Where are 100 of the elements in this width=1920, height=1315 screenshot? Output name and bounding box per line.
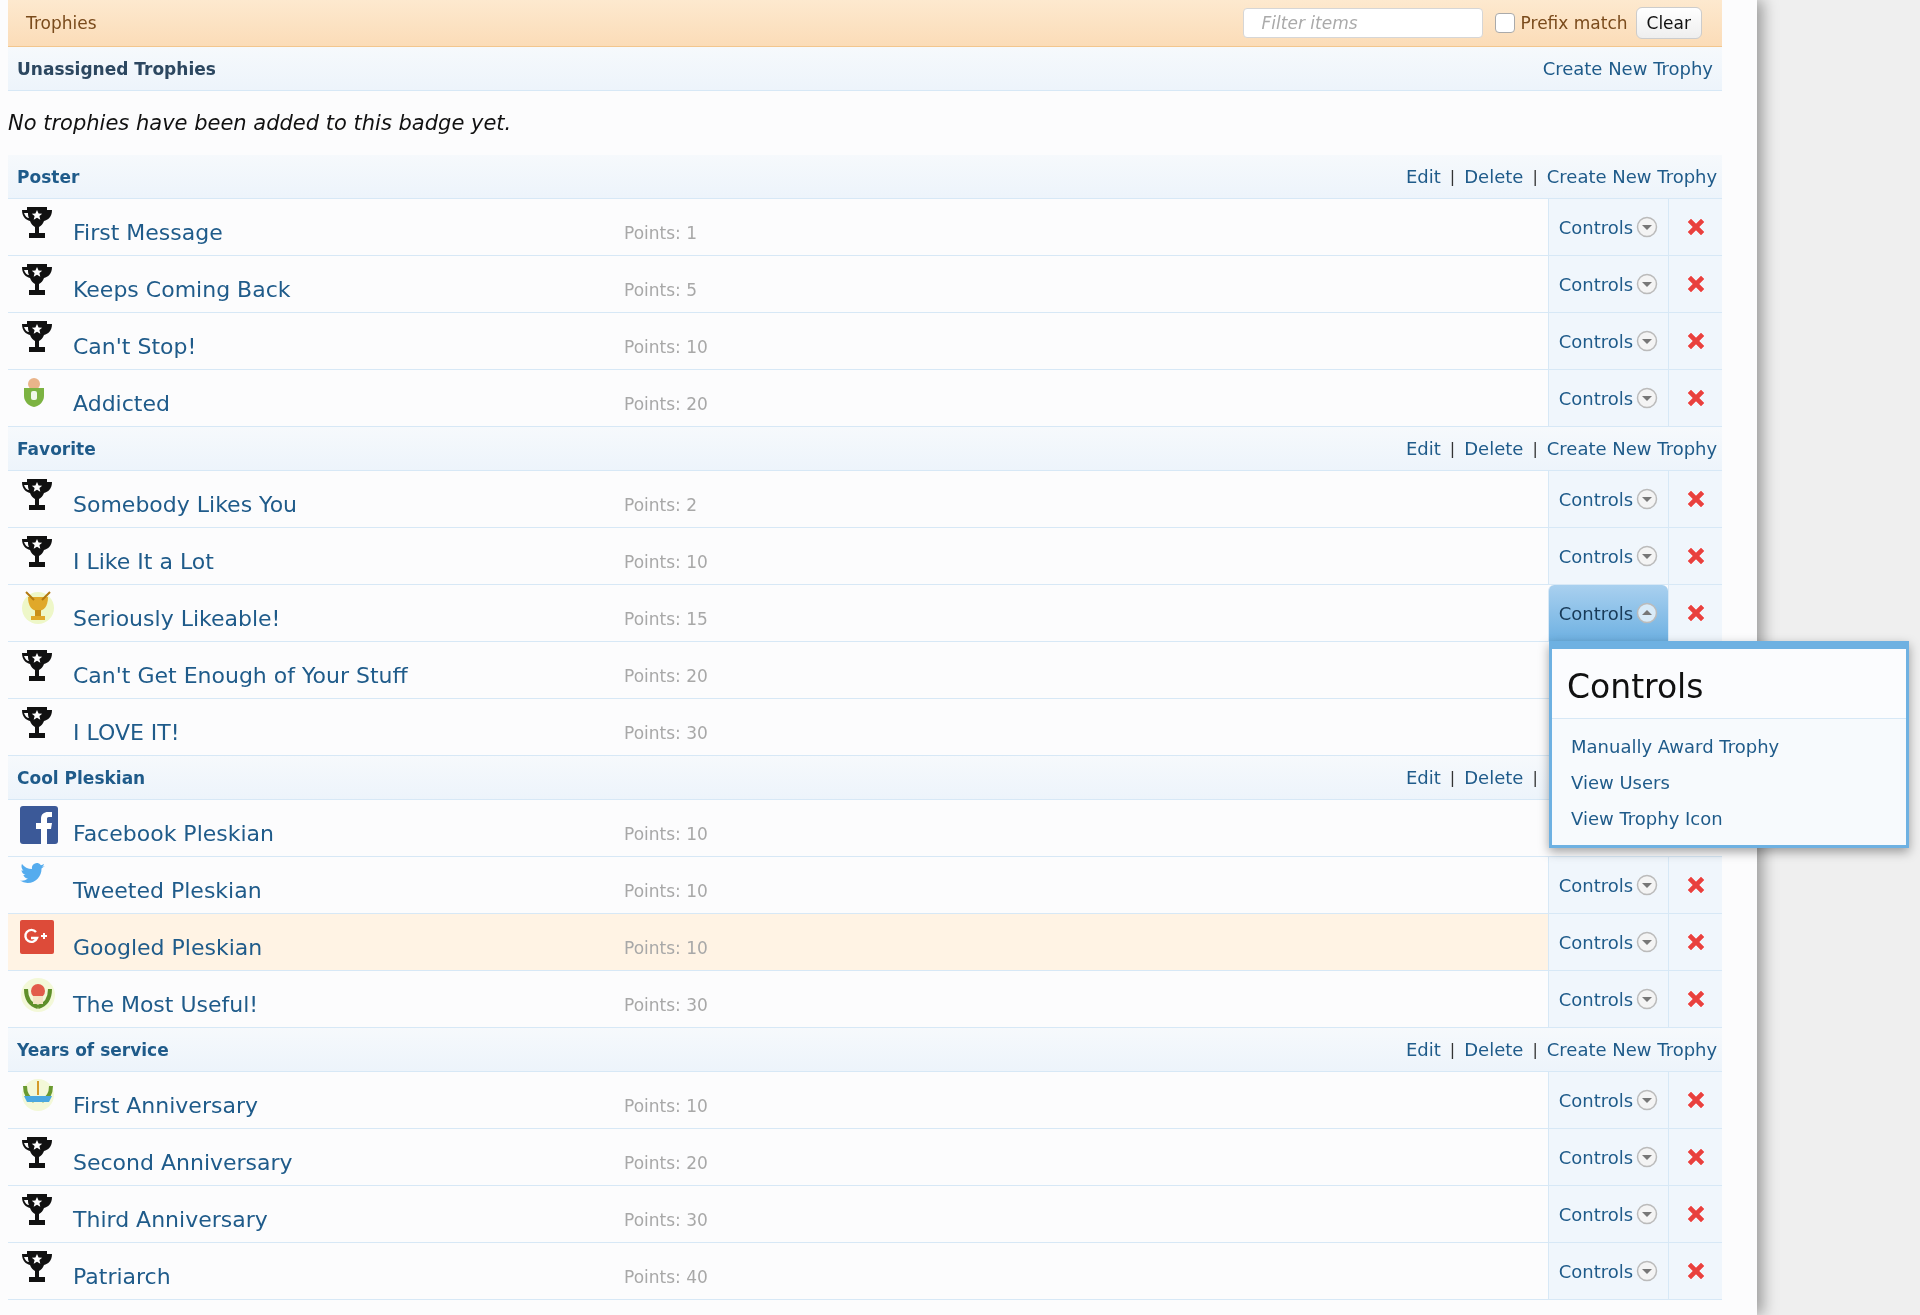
trophy-points: Points: 10 xyxy=(624,336,709,357)
expand-icon xyxy=(1636,931,1659,953)
expand-icon xyxy=(1636,988,1659,1010)
group-link[interactable]: Edit xyxy=(1406,438,1441,459)
group-title: Favorite xyxy=(17,438,96,459)
controls-button[interactable]: Controls xyxy=(1558,330,1659,352)
controls-button[interactable]: Controls xyxy=(1558,1260,1659,1282)
trophy-icon xyxy=(20,262,54,298)
group-link[interactable]: Create New Trophy xyxy=(1546,438,1718,459)
link-separator: | xyxy=(1449,439,1456,458)
expand-icon xyxy=(1636,545,1659,567)
trophy-points: Points: 10 xyxy=(624,937,709,958)
trophy-name[interactable]: Third Anniversary xyxy=(73,1196,607,1232)
controls-button[interactable]: Controls xyxy=(1558,1089,1659,1111)
controls-button[interactable]: Controls xyxy=(1558,488,1659,510)
group-link[interactable]: Create New Trophy xyxy=(1546,166,1718,187)
controls-button[interactable]: Controls xyxy=(1558,602,1659,624)
trophy-icon xyxy=(20,1192,54,1228)
trophy-points: Points: 5 xyxy=(624,279,698,300)
checkbox-label: Prefix match xyxy=(1520,13,1628,33)
bird-icon xyxy=(20,863,46,885)
controls-button[interactable]: Controls xyxy=(1558,988,1659,1010)
group-link[interactable]: Create New Trophy xyxy=(1546,1039,1718,1060)
trophy-points: Points: 10 xyxy=(624,1095,709,1116)
menu-item[interactable]: View Trophy Icon xyxy=(1552,801,1906,837)
expand-icon xyxy=(1636,874,1659,896)
trophy-name[interactable]: Somebody Likes You xyxy=(73,481,607,517)
group-link[interactable]: Delete xyxy=(1464,166,1524,187)
empty-message: No trophies have been added to this badge yet. xyxy=(8,110,513,137)
trophy-icon xyxy=(20,1249,54,1285)
expand-icon xyxy=(1636,488,1659,510)
trophy-points: Points: 20 xyxy=(624,393,709,414)
group-title: Years of service xyxy=(17,1039,169,1060)
controls-button[interactable]: Controls xyxy=(1558,874,1659,896)
trophy-name[interactable]: First Anniversary xyxy=(73,1082,607,1118)
trophy-icon xyxy=(20,205,54,241)
trophy-points: Points: 30 xyxy=(624,1209,709,1230)
group-link[interactable]: Create New Trophy xyxy=(1542,58,1713,79)
link-separator: | xyxy=(1532,1040,1538,1059)
group-link[interactable]: Edit xyxy=(1406,1039,1441,1060)
controls-button[interactable]: Controls xyxy=(1558,273,1659,295)
f-logo-icon xyxy=(20,806,58,844)
trophy-name[interactable]: I LOVE IT! xyxy=(73,709,607,745)
trophy-name[interactable]: First Message xyxy=(73,209,607,245)
trophy-icon xyxy=(20,534,54,570)
group-link[interactable]: Delete xyxy=(1464,1039,1524,1060)
group-link[interactable]: Delete xyxy=(1464,438,1524,459)
link-separator: | xyxy=(1449,167,1456,186)
trophy-name[interactable]: Keeps Coming Back xyxy=(73,266,607,302)
link-separator: | xyxy=(1449,768,1456,787)
controls-button[interactable]: Controls xyxy=(1558,1203,1659,1225)
controls-button[interactable]: Controls xyxy=(1558,931,1659,953)
controls-button[interactable]: Controls xyxy=(1558,1146,1659,1168)
wreath-icon xyxy=(20,977,56,1013)
trophy-name[interactable]: Can't Get Enough of Your Stuff xyxy=(73,652,607,688)
trophy-name[interactable]: Addicted xyxy=(73,380,607,416)
trophy-points: Points: 2 xyxy=(624,494,698,515)
controls-button[interactable]: Controls xyxy=(1558,545,1659,567)
trophy-points: Points: 20 xyxy=(624,1152,709,1173)
expand-icon xyxy=(1636,1203,1659,1225)
menu-item[interactable]: Manually Award Trophy xyxy=(1552,729,1906,765)
group-link[interactable]: Edit xyxy=(1406,166,1441,187)
trophy-name[interactable]: Googled Pleskian xyxy=(73,924,607,960)
trophy-name[interactable]: I Like It a Lot xyxy=(73,538,607,574)
filter-field[interactable]: Filter items xyxy=(1242,8,1483,38)
menu-item[interactable]: View Users xyxy=(1552,765,1906,801)
expand-icon xyxy=(1636,1146,1659,1168)
group-link[interactable]: Delete xyxy=(1464,767,1524,788)
group-title: Cool Pleskian xyxy=(17,767,146,788)
prefix-checkbox[interactable] xyxy=(1494,13,1515,33)
controls-button[interactable]: Controls xyxy=(1558,216,1659,238)
trophy-name[interactable]: Facebook Pleskian xyxy=(73,810,607,846)
link-separator: | xyxy=(1532,439,1538,458)
link-separator: | xyxy=(1532,167,1538,186)
trophy-name[interactable]: Patriarch xyxy=(73,1253,607,1289)
expand-icon xyxy=(1636,1260,1659,1282)
trophy-icon xyxy=(20,319,54,355)
trophy-points: Points: 1 xyxy=(624,222,698,243)
trophy-name[interactable]: Tweeted Pleskian xyxy=(73,867,607,903)
trophy-name[interactable]: Can't Stop! xyxy=(73,323,607,359)
expand-icon xyxy=(1636,216,1659,238)
group-title: Poster xyxy=(17,166,80,187)
page-title: Trophies xyxy=(26,13,98,33)
ribbon-icon xyxy=(20,1078,56,1112)
expand-icon xyxy=(1636,330,1659,352)
trophy-name[interactable]: The Most Useful! xyxy=(73,981,607,1017)
collapse-icon xyxy=(1636,602,1659,624)
group-link[interactable]: Edit xyxy=(1406,767,1441,788)
link-separator: | xyxy=(1532,768,1538,787)
trophy-icon xyxy=(20,477,54,513)
group-title: Unassigned Trophies xyxy=(17,58,216,79)
trophy-name[interactable]: Seriously Likeable! xyxy=(73,595,607,631)
expand-icon xyxy=(1636,273,1659,295)
trophy-name[interactable]: Second Anniversary xyxy=(73,1139,607,1175)
trophy-points: Points: 40 xyxy=(624,1266,709,1287)
g-plus-icon xyxy=(20,920,54,954)
trophy-icon xyxy=(20,648,54,684)
clear-button[interactable]: Clear xyxy=(1635,7,1702,39)
controls-button[interactable]: Controls xyxy=(1558,387,1659,409)
cup-icon xyxy=(20,591,56,625)
